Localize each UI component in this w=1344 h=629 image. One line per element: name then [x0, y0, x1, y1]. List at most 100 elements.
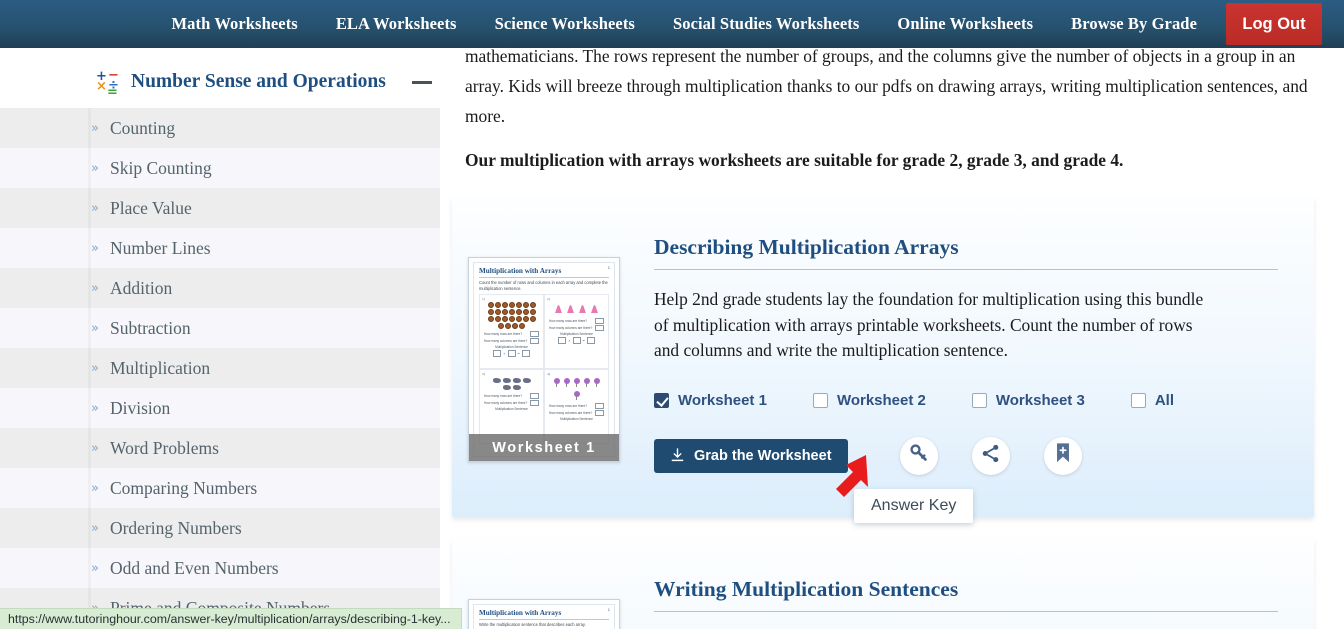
sidebar-item-addition[interactable]: » Addition — [0, 268, 440, 308]
shoe-icon — [512, 385, 521, 391]
row-edge — [88, 188, 91, 228]
checkbox-label: Worksheet 2 — [836, 391, 926, 409]
checkbox-unchecked-icon[interactable] — [1130, 392, 1146, 408]
answer-key-button[interactable] — [899, 436, 938, 475]
card-title: Describing Multiplication Arrays — [654, 235, 1278, 270]
times-symbol: × — [503, 351, 506, 357]
checkbox-unchecked-icon[interactable] — [812, 392, 828, 408]
sentence-row: × = — [547, 337, 606, 345]
answer-box — [586, 337, 595, 345]
worksheet-thumbnail[interactable]: 1 Multiplication with Arrays Write the m… — [468, 599, 620, 629]
nav-link-math-worksheets[interactable]: Math Worksheets — [153, 0, 317, 48]
lollipop-icon — [553, 378, 560, 388]
checkbox-worksheet-1[interactable]: Worksheet 1 — [654, 392, 767, 409]
checkbox-worksheet-2[interactable]: Worksheet 2 — [812, 391, 926, 409]
sidebar-header[interactable]: + − × ÷ = Number Sense and Operations — [0, 48, 440, 108]
checkbox-checked-icon[interactable] — [654, 392, 669, 408]
grab-the-worksheet-button[interactable]: Grab the Worksheet — [654, 438, 848, 473]
cookie-icon — [522, 302, 529, 309]
sidebar-item-number-lines[interactable]: » Number Lines — [0, 228, 440, 268]
bookmark-add-button[interactable] — [1043, 436, 1082, 475]
sidebar-item-counting[interactable]: » Counting — [0, 108, 440, 148]
sidebar-item-place-value[interactable]: » Place Value — [0, 188, 440, 228]
card-description: Help 2nd grade students lay the foundati… — [654, 289, 1204, 360]
question-text: How many rows are there? — [484, 332, 523, 337]
thumbnail-question-cols: How many columns are there? — [484, 338, 539, 345]
nav-link-online-worksheets[interactable]: Online Worksheets — [878, 0, 1052, 48]
cookie-icon — [529, 316, 536, 323]
thumbnail-page-number: 1 — [607, 607, 610, 612]
chevron-right-icon: » — [91, 360, 99, 376]
sidebar-item-label: Counting — [109, 117, 176, 138]
sidebar-item-label: Number Lines — [109, 237, 211, 258]
sidebar-item-word-problems[interactable]: » Word Problems — [0, 428, 440, 468]
nav-link-social-studies-worksheets[interactable]: Social Studies Worksheets — [654, 0, 878, 48]
answer-box — [595, 325, 604, 332]
row-edge — [88, 428, 91, 468]
sidebar-item-division[interactable]: » Division — [0, 388, 440, 428]
chevron-right-icon: » — [91, 200, 99, 216]
intro-bold-line: Our multiplication with arrays worksheet… — [465, 150, 1124, 170]
shoe-icon — [522, 378, 531, 384]
sidebar-item-odd-and-even-numbers[interactable]: » Odd and Even Numbers — [0, 548, 440, 588]
sidebar-item-label: Place Value — [109, 197, 192, 218]
nav-link-science-worksheets[interactable]: Science Worksheets — [476, 0, 654, 48]
chevron-right-icon: » — [91, 480, 99, 496]
sidebar-item-label: Division — [109, 397, 171, 418]
answer-box — [507, 350, 516, 358]
sidebar-item-label: Comparing Numbers — [109, 477, 258, 498]
thumbnail-container: 1 Multiplication with Arrays Write the m… — [452, 539, 620, 629]
thumbnail-question-rows: How many rows are there? — [484, 393, 539, 400]
sidebar-category-title: Number Sense and Operations — [131, 71, 386, 92]
thumbnail-question-cols: How many columns are there? — [549, 410, 604, 417]
nav-link-ela-worksheets[interactable]: ELA Worksheets — [317, 0, 476, 48]
sidebar-item-skip-counting[interactable]: » Skip Counting — [0, 148, 440, 188]
log-out-button[interactable]: Log Out — [1226, 3, 1322, 45]
cookie-icon — [487, 302, 494, 309]
download-icon — [670, 448, 685, 463]
lollipop-icon — [573, 391, 580, 401]
sidebar-item-label: Odd and Even Numbers — [109, 557, 279, 578]
cookie-icon — [494, 309, 501, 316]
answer-box — [595, 403, 604, 410]
dress-icon — [555, 305, 562, 314]
cookie-icon — [501, 316, 508, 323]
checkbox-worksheet-3[interactable]: Worksheet 3 — [971, 392, 1085, 409]
sidebar-item-label: Subtraction — [109, 317, 191, 338]
grab-button-label: Grab the Worksheet — [694, 447, 832, 464]
sidebar-item-subtraction[interactable]: » Subtraction — [0, 308, 440, 348]
row-edge — [88, 268, 91, 308]
intro-paragraph: mathematicians. The rows represent the n… — [465, 48, 1308, 126]
cookie-icon — [522, 309, 529, 316]
sentence-label: Multiplication Sentence — [495, 407, 528, 412]
sidebar-item-ordering-numbers[interactable]: » Ordering Numbers — [0, 508, 440, 548]
answer-box — [530, 393, 539, 400]
answer-box — [493, 350, 502, 358]
share-button[interactable] — [971, 436, 1010, 475]
thumbnail-instruction: Count the number of rows and columns in … — [479, 280, 608, 291]
bookmark-add-icon — [1053, 442, 1073, 469]
cookie-icon — [501, 302, 508, 309]
worksheet-thumbnail[interactable]: 1 Multiplication with Arrays Count the n… — [468, 257, 620, 462]
lollipop-icon — [583, 378, 590, 388]
row-edge — [88, 508, 91, 548]
times-symbol: × — [568, 338, 571, 344]
lollipop-icon — [593, 378, 600, 388]
sidebar-item-multiplication[interactable]: » Multiplication — [0, 348, 440, 388]
thumbnail-question-cols: How many columns are there? — [549, 325, 604, 332]
minus-icon[interactable] — [411, 80, 432, 84]
thumbnail-caption: Worksheet 1 — [469, 434, 619, 461]
checkbox-all[interactable]: All — [1130, 391, 1174, 409]
checkbox-unchecked-icon[interactable] — [971, 392, 987, 408]
array-objects-dresses — [547, 301, 606, 317]
answer-box — [595, 410, 604, 417]
nav-link-browse-by-grade[interactable]: Browse By Grade — [1052, 0, 1216, 48]
checkbox-label: All — [1154, 391, 1174, 409]
cookie-icon — [512, 323, 518, 330]
sidebar-item-comparing-numbers[interactable]: » Comparing Numbers — [0, 468, 440, 508]
row-edge — [88, 308, 91, 348]
share-icon — [980, 443, 1001, 469]
sidebar-item-label: Ordering Numbers — [109, 517, 242, 538]
shoe-icon — [512, 378, 521, 384]
status-bar-url: https://www.tutoringhour.com/answer-key/… — [0, 608, 462, 629]
